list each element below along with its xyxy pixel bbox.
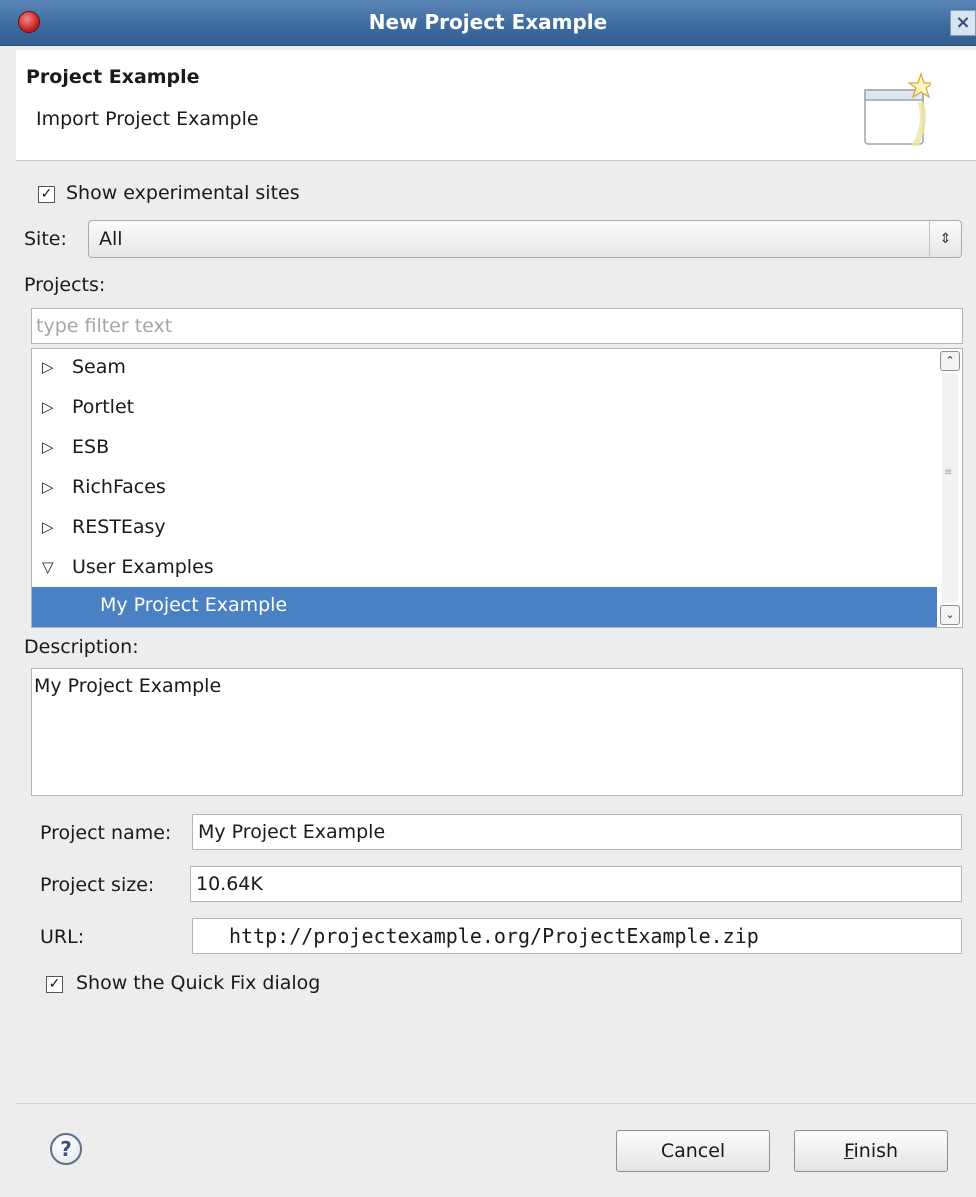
select-arrows-icon: ⇕	[929, 221, 961, 257]
url-label: URL:	[40, 926, 85, 948]
project-name-label: Project name:	[40, 822, 172, 844]
title-bar: New Project Example ×	[0, 0, 976, 46]
quick-fix-checkbox[interactable]: ✓	[46, 976, 63, 993]
tree-item-resteasy[interactable]: ▷ RESTEasy	[32, 509, 937, 549]
collapsed-arrow-icon: ▷	[42, 478, 54, 496]
finish-mnemonic: F	[843, 1140, 854, 1162]
tree-scrollbar[interactable]: ⌃ ≡ ⌄	[940, 351, 960, 625]
wizard-header: Project Example Import Project Example	[16, 50, 976, 160]
tree-item-user-examples[interactable]: ▽ User Examples	[32, 549, 937, 589]
description-text: My Project Example	[34, 675, 222, 697]
scroll-up-icon[interactable]: ⌃	[940, 351, 960, 371]
finish-button[interactable]: Finish	[794, 1130, 948, 1172]
tree-item-portlet[interactable]: ▷ Portlet	[32, 389, 937, 429]
project-size-field[interactable]: 10.64K	[190, 866, 962, 902]
url-value: http://projectexample.org/ProjectExample…	[229, 924, 759, 948]
expanded-arrow-icon: ▽	[42, 558, 54, 576]
scroll-down-icon[interactable]: ⌄	[940, 605, 960, 625]
description-box: My Project Example	[31, 668, 963, 796]
projects-label: Projects:	[24, 274, 106, 296]
project-size-value: 10.64K	[196, 873, 263, 895]
help-icon[interactable]: ?	[50, 1133, 82, 1165]
site-label: Site:	[24, 228, 67, 250]
scroll-grip-icon: ≡	[944, 467, 953, 478]
header-divider	[16, 160, 976, 161]
tree-item-label: Seam	[72, 356, 126, 378]
button-bar-divider	[16, 1103, 976, 1104]
wizard-title: Project Example	[26, 66, 200, 88]
wizard-subtitle: Import Project Example	[36, 108, 259, 130]
window-title: New Project Example	[368, 10, 608, 34]
collapsed-arrow-icon: ▷	[42, 398, 54, 416]
tree-item-label: My Project Example	[100, 594, 288, 616]
project-name-field[interactable]: My Project Example	[192, 814, 962, 850]
tree-item-richfaces[interactable]: ▷ RichFaces	[32, 469, 937, 509]
experimental-sites-label: Show experimental sites	[66, 182, 300, 204]
collapsed-arrow-icon: ▷	[42, 438, 54, 456]
wizard-banner-icon	[864, 72, 931, 146]
experimental-sites-checkbox[interactable]: ✓	[38, 186, 55, 203]
tree-item-my-project-example[interactable]: My Project Example	[32, 587, 937, 627]
site-select[interactable]: All ⇕	[88, 220, 962, 258]
tree-item-label: User Examples	[72, 556, 214, 578]
scrollbar-track[interactable]	[942, 373, 958, 603]
tree-item-label: RESTEasy	[72, 516, 166, 538]
site-selected-value: All	[99, 228, 123, 250]
close-button[interactable]: ×	[950, 10, 976, 36]
url-field[interactable]: http://projectexample.org/ProjectExample…	[192, 918, 962, 954]
collapsed-arrow-icon: ▷	[42, 358, 54, 376]
project-filter-input[interactable]: type filter text	[31, 308, 963, 344]
quick-fix-label: Show the Quick Fix dialog	[76, 972, 321, 994]
project-name-value: My Project Example	[198, 821, 386, 843]
collapsed-arrow-icon: ▷	[42, 518, 54, 536]
filter-placeholder: type filter text	[36, 315, 173, 337]
projects-tree[interactable]: ▷ Seam ▷ Portlet ▷ ESB ▷ RichFaces ▷ RES…	[31, 348, 963, 628]
tree-item-label: Portlet	[72, 396, 135, 418]
description-label: Description:	[24, 636, 139, 658]
tree-item-seam[interactable]: ▷ Seam	[32, 349, 937, 389]
finish-label-rest: inish	[853, 1140, 899, 1162]
tree-item-label: ESB	[72, 436, 110, 458]
cancel-button[interactable]: Cancel	[616, 1130, 770, 1172]
tree-item-esb[interactable]: ▷ ESB	[32, 429, 937, 469]
project-size-label: Project size:	[40, 874, 155, 896]
tree-item-label: RichFaces	[72, 476, 166, 498]
